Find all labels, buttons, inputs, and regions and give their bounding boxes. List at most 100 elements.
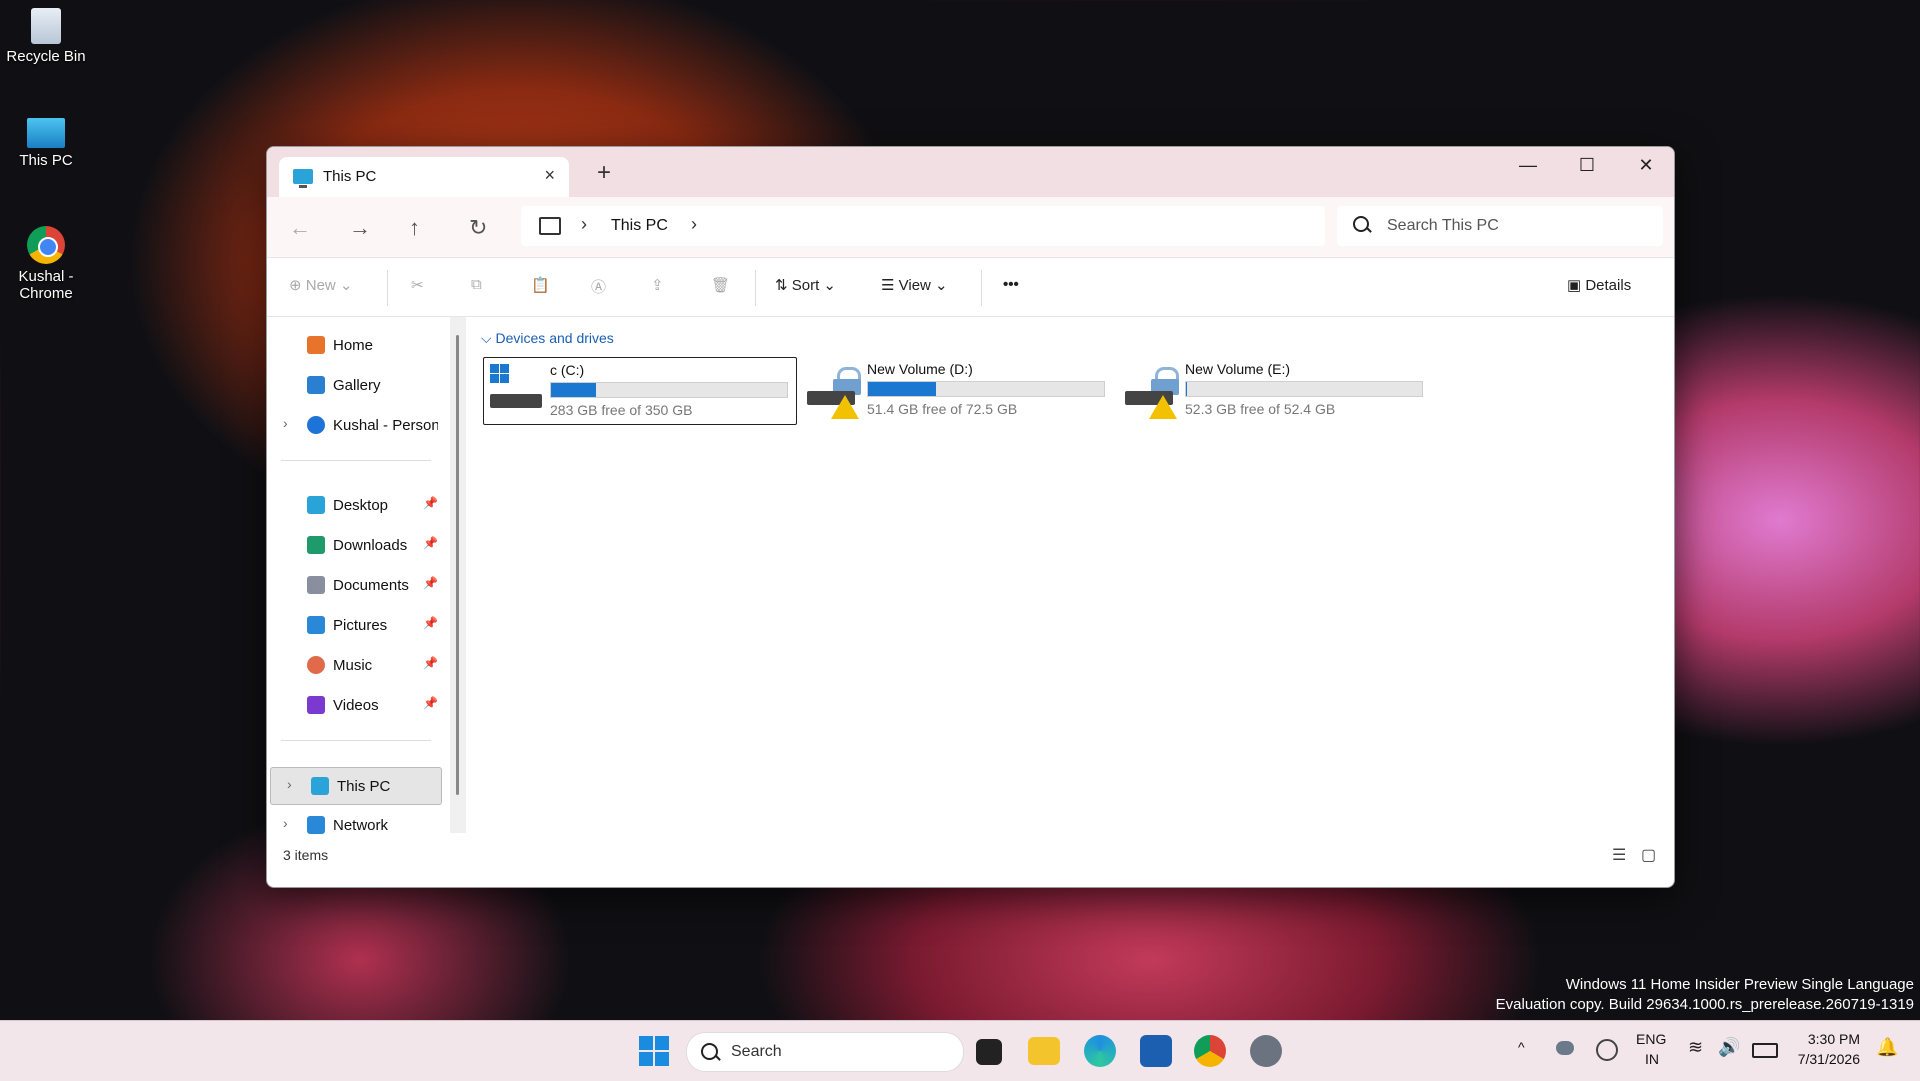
drive-name: c (C:)	[550, 362, 584, 378]
sidebar-item-label: Home	[333, 337, 438, 354]
breadcrumb-separator[interactable]: ›	[581, 214, 587, 235]
cut-icon[interactable]: ✂	[411, 276, 424, 294]
details-label: Details	[1585, 277, 1631, 294]
paste-icon[interactable]: 📋	[531, 276, 550, 294]
sidebar-item-documents[interactable]: Documents 📌	[267, 567, 442, 603]
documents-icon	[307, 576, 325, 594]
onedrive-icon	[307, 416, 325, 434]
chrome-taskbar-icon[interactable]	[1194, 1035, 1226, 1067]
edge-icon[interactable]	[1084, 1035, 1116, 1067]
share-icon[interactable]: ⇪	[651, 276, 664, 294]
new-tab-button[interactable]: +	[597, 159, 611, 187]
security-tray-icon[interactable]	[1596, 1039, 1618, 1061]
desktop-icon-recycle-bin[interactable]: Recycle Bin	[0, 8, 92, 65]
start-button[interactable]	[638, 1035, 670, 1067]
breadcrumb-separator[interactable]: ›	[691, 214, 697, 235]
chevron-right-icon[interactable]: ›	[283, 415, 288, 431]
sidebar-item-this-pc[interactable]: › This PC	[270, 767, 442, 805]
view-label: View	[899, 277, 931, 294]
notification-bell-icon[interactable]: 🔔	[1876, 1037, 1898, 1058]
settings-icon[interactable]	[1250, 1035, 1282, 1067]
desktop-icon-chrome[interactable]: Kushal - Chrome	[0, 226, 92, 302]
sort-label: Sort	[792, 277, 820, 294]
status-bar: 3 items ☰ ▢	[267, 833, 1674, 887]
store-icon[interactable]	[1140, 1035, 1172, 1067]
new-button[interactable]: ⊕ New ⌄	[289, 276, 353, 294]
pin-icon[interactable]: 📌	[423, 656, 438, 670]
details-view-icon[interactable]: ☰	[1612, 845, 1626, 865]
wifi-icon[interactable]: ≋	[1688, 1037, 1703, 1058]
sidebar-item-videos[interactable]: Videos 📌	[267, 687, 442, 723]
drive-name: New Volume (E:)	[1185, 361, 1290, 377]
drive-usage-fill	[551, 383, 596, 397]
sort-button[interactable]: ⇅ Sort ⌄	[775, 276, 836, 294]
gallery-icon	[307, 376, 325, 394]
sidebar-item-music[interactable]: Music 📌	[267, 647, 442, 683]
language-indicator[interactable]: ENG	[1636, 1031, 1666, 1047]
sidebar-item-downloads[interactable]: Downloads 📌	[267, 527, 442, 563]
home-icon	[307, 336, 325, 354]
breadcrumb-this-pc[interactable]: This PC	[611, 217, 668, 235]
sidebar-item-desktop[interactable]: Desktop 📌	[267, 487, 442, 523]
forward-button[interactable]: →	[349, 215, 371, 241]
pictures-icon	[307, 616, 325, 634]
file-explorer-taskbar-icon[interactable]	[1028, 1037, 1060, 1065]
videos-icon	[307, 696, 325, 714]
close-button[interactable]: ✕	[1623, 155, 1669, 176]
search-icon	[701, 1043, 718, 1060]
sidebar-item-home[interactable]: Home	[267, 327, 442, 363]
address-bar[interactable]: › This PC ›	[521, 206, 1325, 246]
pin-icon[interactable]: 📌	[423, 616, 438, 630]
tab-close-button[interactable]: ×	[544, 165, 555, 186]
desktop-icon-this-pc[interactable]: This PC	[0, 118, 92, 169]
taskbar-search[interactable]: Search	[686, 1032, 964, 1072]
taskbar: Search ^ ENG IN ≋ 🔊 3:30 PM 7/31/2026 🔔	[0, 1020, 1920, 1081]
drive-usage-bar	[550, 382, 788, 398]
sidebar-item-onedrive[interactable]: › Kushal - Persona	[267, 407, 442, 443]
this-pc-icon	[293, 169, 313, 184]
clock-date[interactable]: 7/31/2026	[1792, 1051, 1860, 1067]
sidebar-item-pictures[interactable]: Pictures 📌	[267, 607, 442, 643]
sidebar-scrollbar[interactable]	[450, 317, 466, 833]
view-button[interactable]: ☰ View ⌄	[881, 276, 948, 294]
search-icon	[1353, 216, 1369, 232]
pin-icon[interactable]: 📌	[423, 496, 438, 510]
drive-free-space: 283 GB free of 350 GB	[550, 402, 692, 418]
pin-icon[interactable]: 📌	[423, 576, 438, 590]
up-button[interactable]: ↑	[409, 215, 420, 241]
search-box[interactable]: Search This PC	[1337, 206, 1663, 246]
back-button[interactable]: ←	[289, 215, 311, 241]
delete-icon[interactable]: 🗑	[711, 276, 730, 294]
minimize-button[interactable]: —	[1505, 155, 1551, 176]
volume-icon[interactable]: 🔊	[1718, 1037, 1740, 1058]
pin-icon[interactable]: 📌	[423, 536, 438, 550]
task-view-icon[interactable]	[976, 1039, 1002, 1065]
tray-chevron-icon[interactable]: ^	[1518, 1039, 1525, 1055]
tab-this-pc[interactable]: This PC ×	[279, 157, 569, 197]
sidebar-item-gallery[interactable]: Gallery	[267, 367, 442, 403]
details-button[interactable]: ▣ Details	[1567, 276, 1631, 294]
scrollbar-thumb[interactable]	[456, 335, 459, 795]
drive-free-space: 51.4 GB free of 72.5 GB	[867, 401, 1017, 417]
battery-icon[interactable]	[1752, 1043, 1778, 1058]
chevron-right-icon[interactable]: ›	[283, 815, 288, 831]
locked-drive-icon	[807, 363, 861, 417]
drive-free-space: 52.3 GB free of 52.4 GB	[1185, 401, 1335, 417]
copy-icon[interactable]: ⧉	[471, 276, 482, 293]
maximize-button[interactable]: ☐	[1564, 155, 1610, 176]
see-more-button[interactable]: •••	[1003, 276, 1019, 293]
drive-item-e[interactable]: New Volume (E:) 52.3 GB free of 52.4 GB	[1119, 357, 1431, 423]
language-region[interactable]: IN	[1645, 1051, 1659, 1067]
new-label: New	[306, 277, 336, 294]
drive-item-c[interactable]: c (C:) 283 GB free of 350 GB	[483, 357, 797, 425]
rename-icon[interactable]: Ⓐ	[591, 276, 606, 297]
group-header-devices[interactable]: ⌵ Devices and drives	[481, 330, 614, 347]
drive-item-d[interactable]: New Volume (D:) 51.4 GB free of 72.5 GB	[801, 357, 1113, 423]
refresh-button[interactable]: ↻	[469, 215, 487, 241]
tiles-view-icon[interactable]: ▢	[1641, 845, 1656, 865]
toolbar-divider	[755, 270, 756, 306]
pin-icon[interactable]: 📌	[423, 696, 438, 710]
onedrive-tray-icon[interactable]	[1556, 1041, 1574, 1055]
chevron-right-icon[interactable]: ›	[287, 776, 292, 792]
clock-time[interactable]: 3:30 PM	[1794, 1031, 1860, 1047]
